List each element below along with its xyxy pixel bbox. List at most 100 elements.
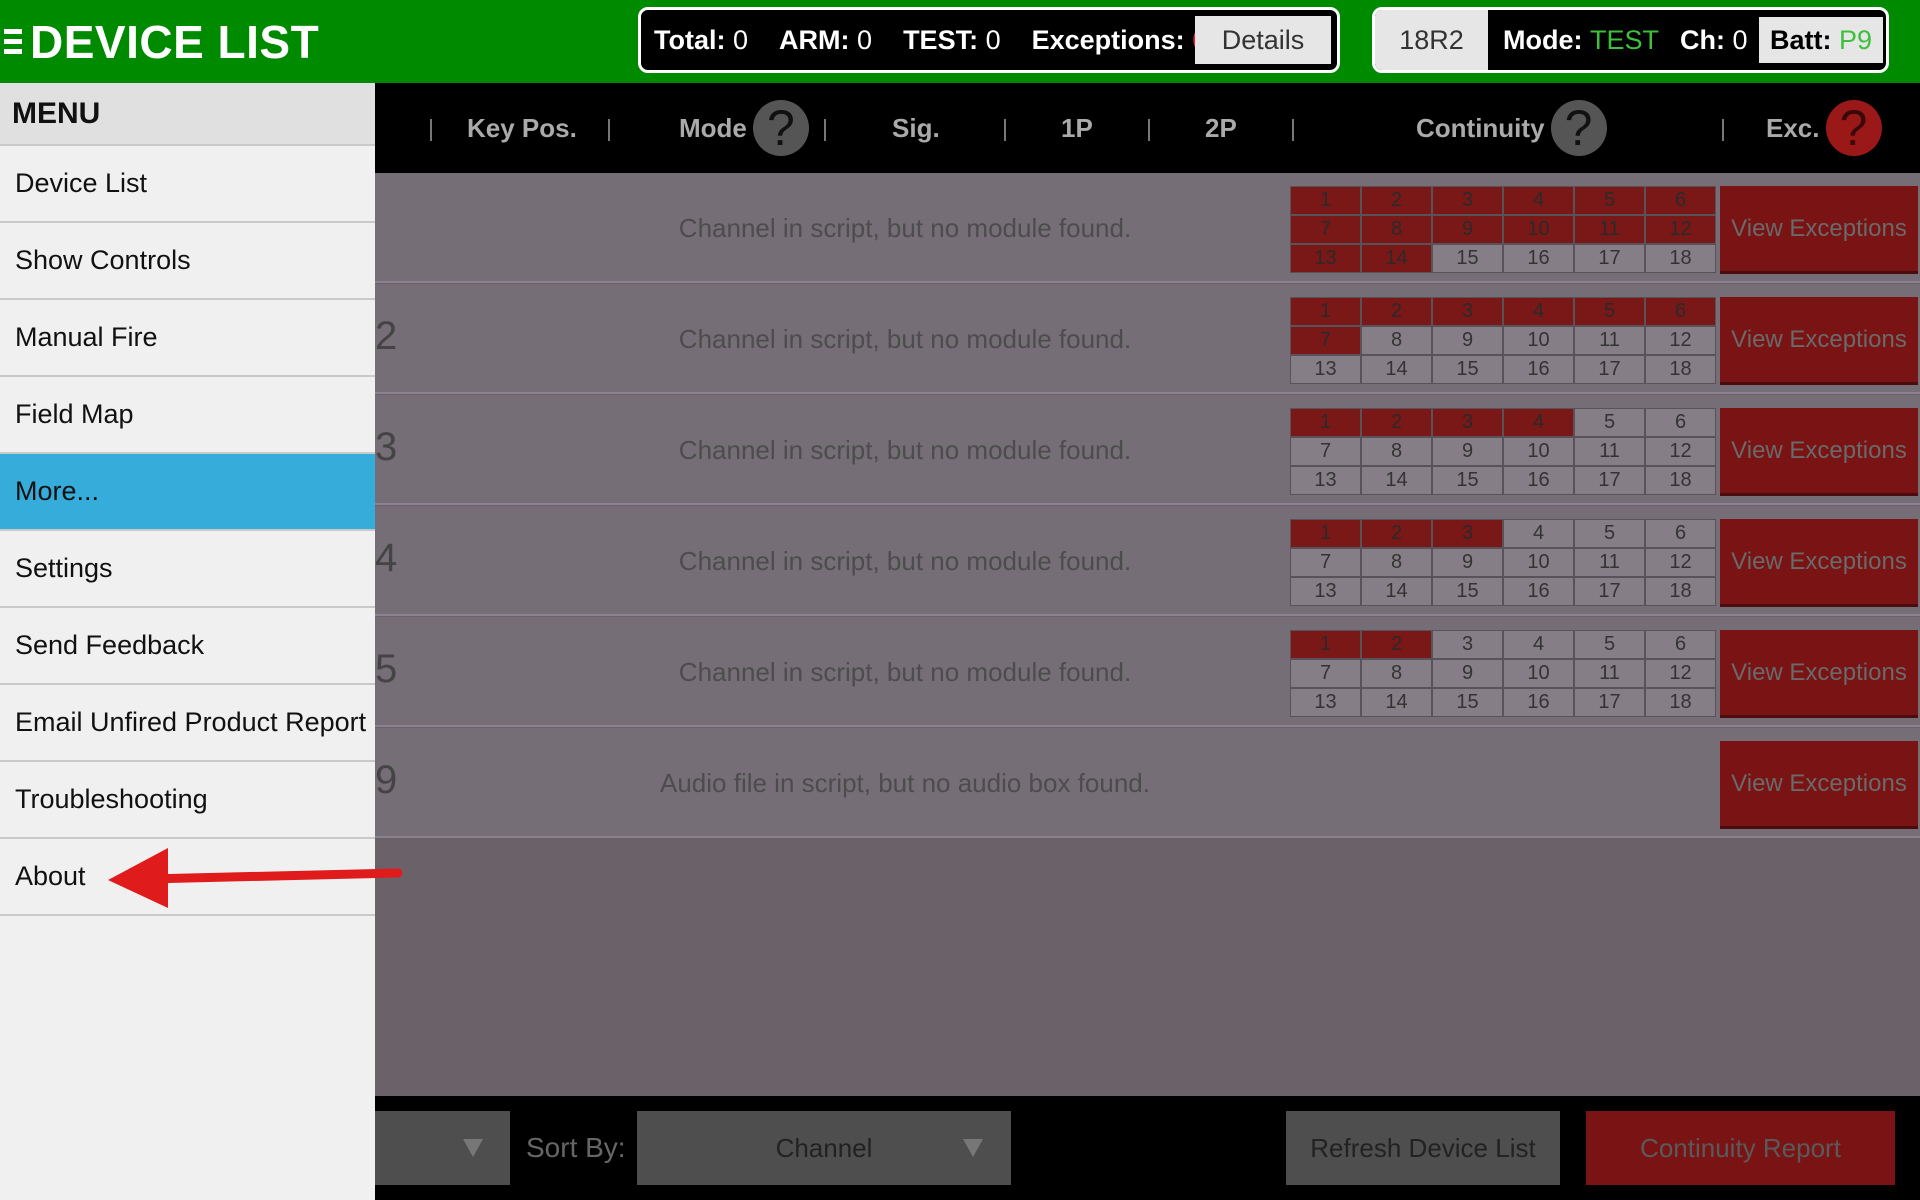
channel-status: Ch: 0 <box>1680 24 1748 55</box>
exceptions-help-icon[interactable]: ? <box>1825 100 1882 156</box>
continuity-cue-cell: 13 <box>1290 355 1361 384</box>
stat-total: Total: 0 <box>654 24 749 55</box>
menu-item-manual-fire[interactable]: Manual Fire <box>0 300 375 377</box>
continuity-cue-cell: 7 <box>1290 548 1361 577</box>
continuity-cue-cell: 10 <box>1503 659 1574 688</box>
continuity-cue-cell: 7 <box>1290 437 1361 466</box>
filter-dropdown[interactable] <box>375 1111 510 1185</box>
row-message: Channel in script, but no module found. <box>678 212 1132 243</box>
continuity-cue-cell: 6 <box>1645 408 1716 437</box>
device-row[interactable]: 3 Channel in script, but no module found… <box>375 395 1920 505</box>
continuity-cue-cell: 9 <box>1432 659 1503 688</box>
continuity-grid: 1 2 3 4 5 6 7 8 9 10 11 12 13 14 15 16 17 18 <box>1290 186 1716 273</box>
continuity-cue-cell: 4 <box>1503 297 1574 326</box>
continuity-cue-cell: 14 <box>1361 688 1432 717</box>
continuity-cue-cell: 15 <box>1432 466 1503 495</box>
view-exceptions-button[interactable]: View Exceptions <box>1720 741 1918 829</box>
continuity-cue-cell: 16 <box>1503 688 1574 717</box>
continuity-cue-cell: 7 <box>1290 215 1361 244</box>
mode-status: Mode: TEST <box>1503 24 1660 55</box>
details-button[interactable]: Details <box>1195 16 1331 64</box>
continuity-cue-cell: 9 <box>1432 437 1503 466</box>
menu-title: MENU <box>0 83 375 146</box>
continuity-cue-cell: 8 <box>1361 437 1432 466</box>
annotation-arrow-icon <box>108 848 403 908</box>
continuity-cue-cell: 7 <box>1290 659 1361 688</box>
menu-item-settings[interactable]: Settings <box>0 531 375 608</box>
continuity-cue-cell: 18 <box>1645 688 1716 717</box>
continuity-cue-cell: 10 <box>1503 548 1574 577</box>
continuity-cue-cell: 15 <box>1432 244 1503 273</box>
continuity-cue-cell: 8 <box>1361 326 1432 355</box>
continuity-cue-cell: 2 <box>1361 519 1432 548</box>
continuity-cue-cell: 2 <box>1361 297 1432 326</box>
view-exceptions-button[interactable]: View Exceptions <box>1720 297 1918 385</box>
continuity-cue-cell: 9 <box>1432 548 1503 577</box>
continuity-cue-cell: 17 <box>1574 355 1645 384</box>
page-title: DEVICE LIST <box>30 15 320 68</box>
device-status-panel: 18R2 Mode: TEST Ch: 0 Batt: P9 <box>1372 7 1889 73</box>
menu-item-field-map[interactable]: Field Map <box>0 377 375 454</box>
col-1p: 1P <box>1061 112 1093 143</box>
continuity-cue-cell: 6 <box>1645 630 1716 659</box>
mode-help-icon[interactable]: ? <box>752 100 809 156</box>
sort-by-dropdown[interactable]: Channel <box>637 1111 1011 1185</box>
continuity-cue-cell: 16 <box>1503 577 1574 606</box>
continuity-cue-cell: 5 <box>1574 297 1645 326</box>
view-exceptions-button[interactable]: View Exceptions <box>1720 630 1918 718</box>
continuity-grid: 1 2 3 4 5 6 7 8 9 10 11 12 13 14 15 16 17 18 <box>1290 408 1716 495</box>
continuity-report-button[interactable]: Continuity Report <box>1586 1111 1895 1185</box>
continuity-cue-cell: 11 <box>1574 215 1645 244</box>
refresh-device-list-button[interactable]: Refresh Device List <box>1286 1111 1560 1185</box>
view-exceptions-button[interactable]: View Exceptions <box>1720 408 1918 496</box>
continuity-cue-cell: 6 <box>1645 186 1716 215</box>
stat-test: TEST: 0 <box>903 24 1001 55</box>
continuity-cue-cell: 12 <box>1645 326 1716 355</box>
menu-item-more[interactable]: More... <box>0 454 375 531</box>
menu-item-device-list[interactable]: Device List <box>0 146 375 223</box>
continuity-cue-cell: 4 <box>1503 408 1574 437</box>
stat-exceptions: Exceptions: 0 <box>1031 24 1208 55</box>
continuity-cue-cell: 3 <box>1432 186 1503 215</box>
continuity-help-icon[interactable]: ? <box>1550 100 1607 156</box>
continuity-cue-cell: 12 <box>1645 548 1716 577</box>
col-key-pos: Key Pos. <box>467 112 577 143</box>
sort-by-value: Channel <box>775 1132 873 1163</box>
hamburger-menu-icon[interactable] <box>4 24 22 59</box>
row-message: Audio file in script, but no audio box f… <box>660 767 1150 798</box>
menu-item-send-feedback[interactable]: Send Feedback <box>0 608 375 685</box>
device-row[interactable]: 5 Channel in script, but no module found… <box>375 617 1920 727</box>
continuity-cue-cell: 4 <box>1503 186 1574 215</box>
app-title: DEVICE LIST <box>0 0 319 83</box>
continuity-cue-cell: 10 <box>1503 326 1574 355</box>
device-row[interactable]: 4 Channel in script, but no module found… <box>375 506 1920 616</box>
continuity-cue-cell: 18 <box>1645 466 1716 495</box>
continuity-cue-cell: 13 <box>1290 466 1361 495</box>
device-row[interactable]: Channel in script, but no module found. … <box>375 173 1920 283</box>
device-row[interactable]: 2 Channel in script, but no module found… <box>375 284 1920 394</box>
continuity-cue-cell: 12 <box>1645 215 1716 244</box>
continuity-cue-cell: 8 <box>1361 548 1432 577</box>
continuity-cue-cell: 2 <box>1361 630 1432 659</box>
continuity-cue-cell: 17 <box>1574 244 1645 273</box>
continuity-cue-cell: 6 <box>1645 297 1716 326</box>
continuity-cue-cell: 18 <box>1645 355 1716 384</box>
menu-item-show-controls[interactable]: Show Controls <box>0 223 375 300</box>
view-exceptions-button[interactable]: View Exceptions <box>1720 519 1918 607</box>
continuity-cue-cell: 2 <box>1361 186 1432 215</box>
continuity-cue-cell: 4 <box>1503 630 1574 659</box>
col-mode: Mode? <box>679 83 809 173</box>
continuity-cue-cell: 10 <box>1503 437 1574 466</box>
column-separator <box>1292 119 1294 141</box>
menu-item-email-unfired-product-report[interactable]: Email Unfired Product Report <box>0 685 375 762</box>
column-separator <box>1148 119 1150 141</box>
device-row[interactable]: 9 Audio file in script, but no audio box… <box>375 728 1920 838</box>
row-message: Channel in script, but no module found. <box>678 545 1132 576</box>
row-message: Channel in script, but no module found. <box>678 323 1132 354</box>
stat-arm: ARM: 0 <box>779 24 873 55</box>
continuity-cue-cell: 1 <box>1290 630 1361 659</box>
continuity-cue-cell: 5 <box>1574 408 1645 437</box>
continuity-cue-cell: 17 <box>1574 688 1645 717</box>
menu-item-troubleshooting[interactable]: Troubleshooting <box>0 762 375 839</box>
view-exceptions-button[interactable]: View Exceptions <box>1720 186 1918 274</box>
